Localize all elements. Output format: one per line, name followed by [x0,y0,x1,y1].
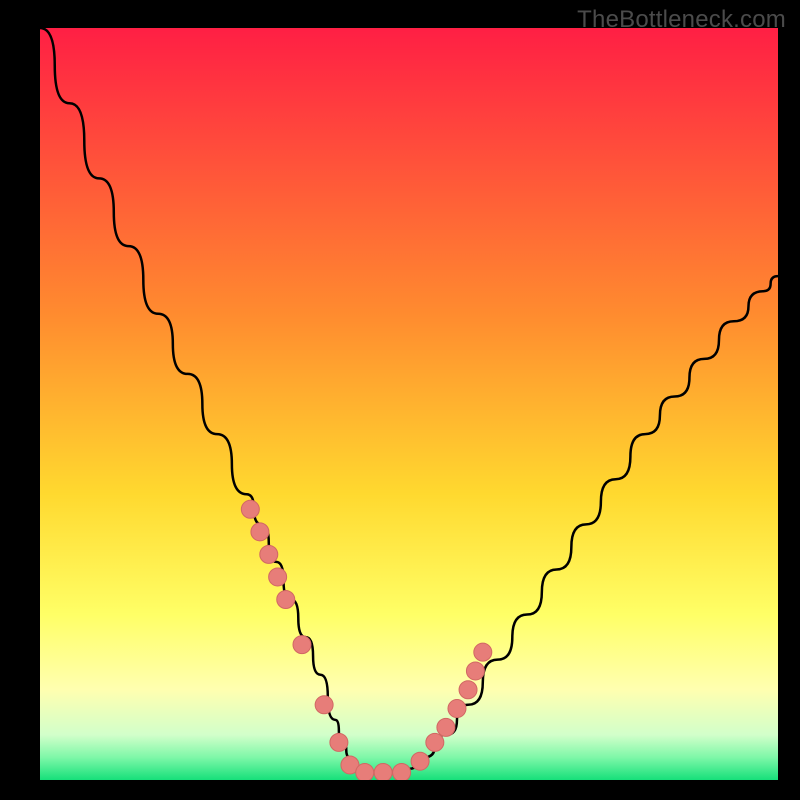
highlight-dot [330,733,348,751]
highlight-dot [393,763,411,780]
highlight-dot [374,763,392,780]
plot-area [40,28,778,780]
highlight-dot [293,636,311,654]
highlight-dot [459,681,477,699]
highlight-dot [474,643,492,661]
gradient-background [40,28,778,780]
highlight-dot [466,662,484,680]
highlight-dot [437,718,455,736]
highlight-dot [315,696,333,714]
chart-svg [40,28,778,780]
highlight-dot [448,700,466,718]
highlight-dot [356,763,374,780]
chart-frame: TheBottleneck.com [0,0,800,800]
highlight-dot [251,523,269,541]
highlight-dot [260,545,278,563]
highlight-dot [277,591,295,609]
highlight-dot [241,500,259,518]
watermark-text: TheBottleneck.com [577,6,786,34]
highlight-dot [426,733,444,751]
highlight-dot [269,568,287,586]
highlight-dot [411,752,429,770]
